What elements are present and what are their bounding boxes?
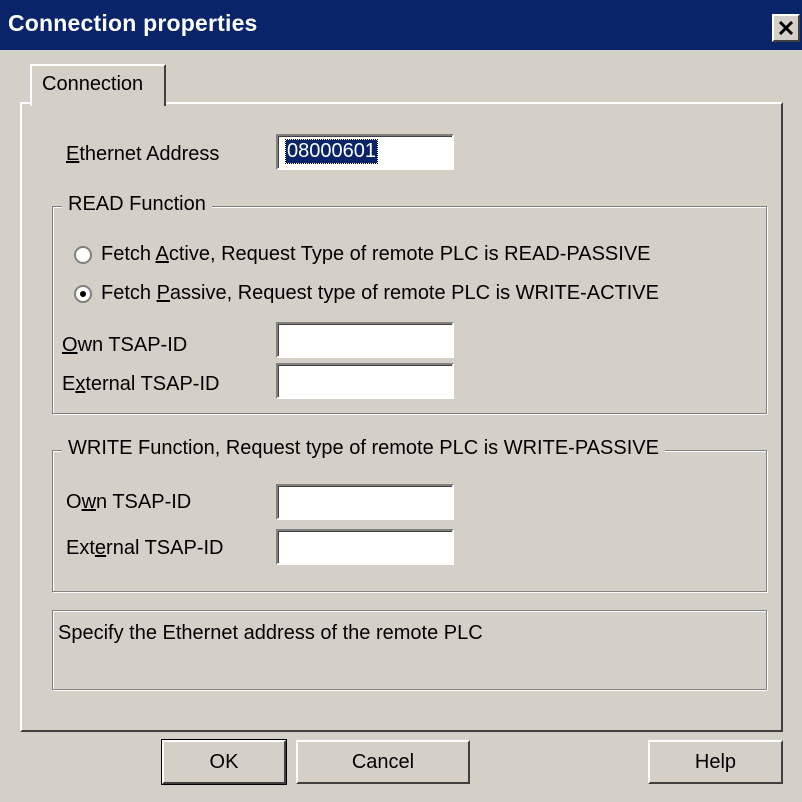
write-function-title: WRITE Function, Request type of remote P… <box>62 437 665 460</box>
label-part: assive, Request type of remote PLC is WR… <box>169 282 659 304</box>
label-part: ternal TSAP-ID <box>85 373 220 395</box>
read-ext-tsap-field[interactable] <box>276 363 454 399</box>
ok-button[interactable]: OK <box>161 739 287 785</box>
window-title: Connection properties <box>8 10 258 36</box>
label-accel: E <box>66 143 80 165</box>
label-part: Fetch <box>101 282 157 304</box>
label-accel: O <box>62 334 78 356</box>
label-part: ctive, Request Type of remote PLC is REA… <box>168 243 651 265</box>
field-border <box>278 324 452 356</box>
read-own-tsap-label: Own TSAP-ID <box>62 334 187 357</box>
close-button[interactable] <box>772 14 800 42</box>
read-own-tsap-field[interactable] <box>276 322 454 358</box>
help-button[interactable]: Help <box>648 740 783 784</box>
label-part: thernet Address <box>79 143 220 165</box>
write-ext-tsap-label: External TSAP-ID <box>66 537 223 560</box>
field-border <box>278 531 452 563</box>
fetch-active-label[interactable]: Fetch Active, Request Type of remote PLC… <box>101 243 651 266</box>
label-accel: P <box>156 282 170 304</box>
write-own-tsap-label: Own TSAP-ID <box>66 491 191 514</box>
cancel-button-label: Cancel <box>351 751 415 773</box>
ethernet-address-label: Ethernet Address <box>66 143 219 166</box>
label-accel: A <box>155 243 169 265</box>
label-part: O <box>66 491 82 513</box>
title-bar[interactable]: Connection properties <box>0 0 802 50</box>
help-button-label: Help <box>694 751 737 773</box>
fetch-passive-label[interactable]: Fetch Passive, Request type of remote PL… <box>101 282 659 305</box>
label-part: n TSAP-ID <box>96 491 192 513</box>
label-accel: x <box>75 373 86 395</box>
read-function-title: READ Function <box>62 193 212 216</box>
label-accel: w <box>81 491 97 513</box>
ethernet-address-value: 08000601 <box>285 139 378 164</box>
read-ext-tsap-label: External TSAP-ID <box>62 373 219 396</box>
write-own-tsap-field[interactable] <box>276 484 454 520</box>
label-part: E <box>62 373 76 395</box>
ethernet-address-field[interactable]: 08000601 <box>276 134 454 170</box>
field-border <box>278 365 452 397</box>
cancel-button[interactable]: Cancel <box>296 740 470 784</box>
label-part: rnal TSAP-ID <box>106 537 224 559</box>
tab-connection[interactable]: Connection <box>30 64 166 106</box>
label-part: Ext <box>66 537 95 559</box>
fetch-passive-radio[interactable] <box>74 285 92 303</box>
write-function-group <box>52 450 767 592</box>
fetch-active-radio[interactable] <box>74 246 92 264</box>
tab-connection-label: Connection <box>42 73 144 95</box>
label-accel: e <box>94 537 107 559</box>
label-part: wn TSAP-ID <box>77 334 188 356</box>
hint-text: Specify the Ethernet address of the remo… <box>58 622 483 644</box>
ok-button-label: OK <box>209 751 239 773</box>
radio-selected-dot <box>80 291 86 297</box>
write-ext-tsap-field[interactable] <box>276 529 454 565</box>
label-part: Fetch <box>101 243 156 265</box>
close-icon <box>778 20 794 36</box>
field-border <box>278 486 452 518</box>
